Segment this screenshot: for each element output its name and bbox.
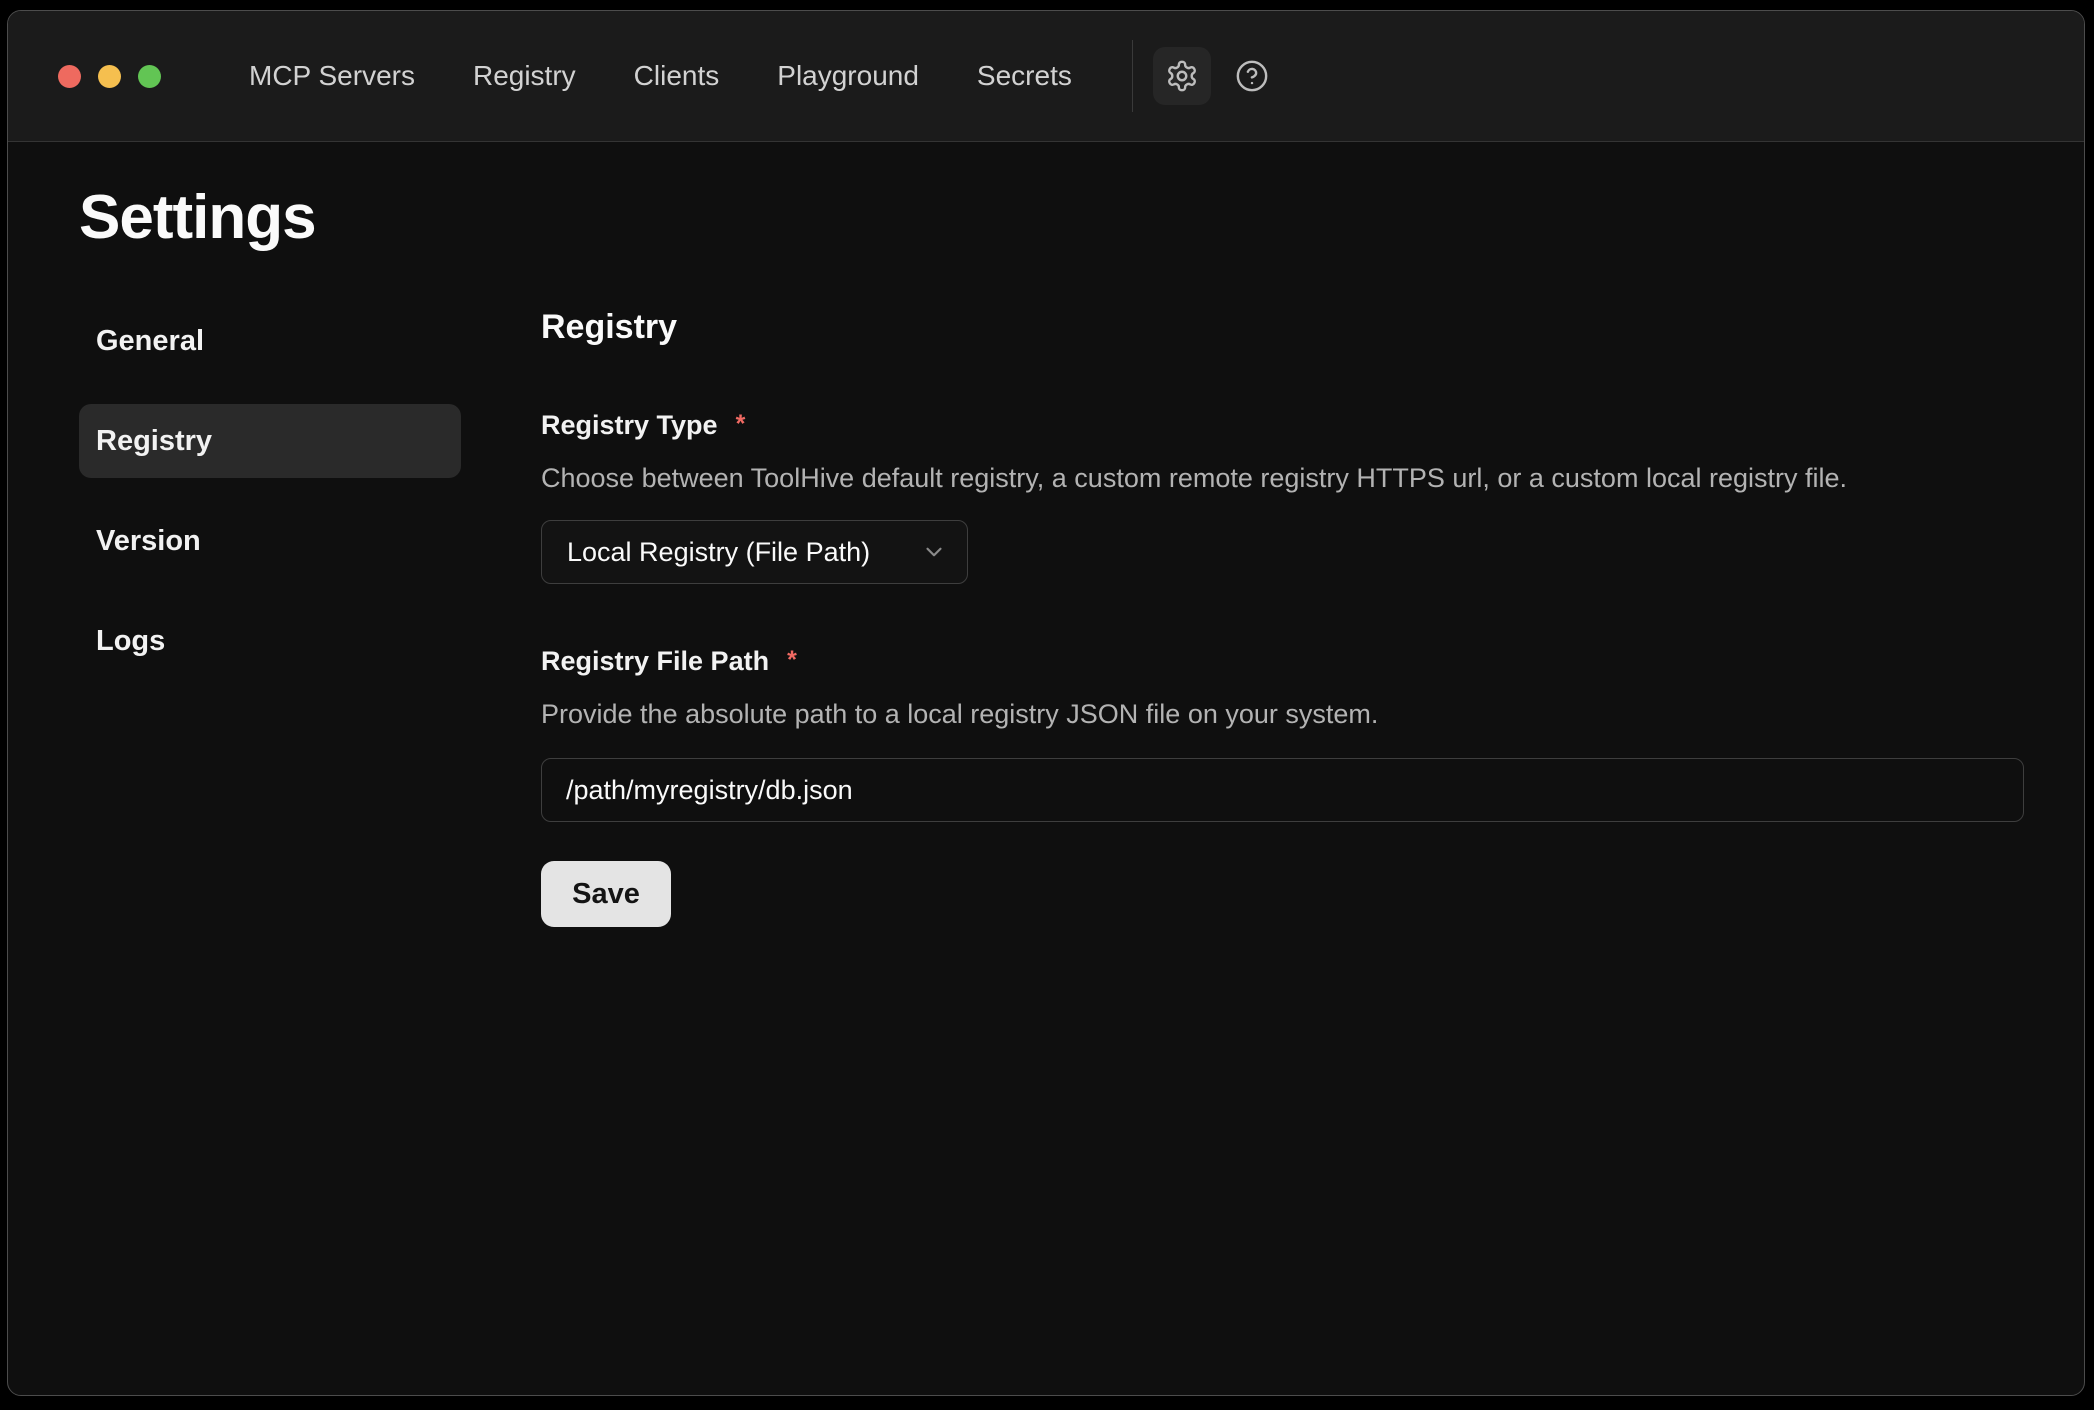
page-title: Settings	[79, 182, 2084, 254]
chevron-down-icon	[901, 539, 947, 565]
registry-file-path-input[interactable]	[541, 758, 2024, 822]
registry-type-label: Registry Type *	[541, 408, 2024, 443]
titlebar: MCP Servers Registry Clients Playground …	[8, 11, 2084, 142]
nav-item-playground[interactable]: Playground	[773, 52, 923, 100]
sidebar-item-registry[interactable]: Registry	[79, 404, 461, 478]
registry-settings-panel: Registry Registry Type * Choose between T…	[541, 304, 2084, 927]
registry-file-path-label-text: Registry File Path	[541, 646, 769, 676]
help-button[interactable]	[1223, 47, 1281, 105]
required-asterisk: *	[736, 410, 746, 438]
traffic-lights	[58, 65, 161, 88]
app-window: MCP Servers Registry Clients Playground …	[7, 10, 2085, 1396]
close-window-button[interactable]	[58, 65, 81, 88]
registry-type-select[interactable]: Local Registry (File Path)	[541, 520, 968, 584]
sidebar-item-logs[interactable]: Logs	[79, 604, 461, 678]
section-heading: Registry	[541, 306, 2024, 348]
registry-type-selected-value: Local Registry (File Path)	[567, 537, 870, 568]
maximize-window-button[interactable]	[138, 65, 161, 88]
nav-item-registry[interactable]: Registry	[469, 52, 580, 100]
registry-type-description: Choose between ToolHive default registry…	[541, 461, 2024, 495]
settings-sidebar: General Registry Version Logs	[79, 304, 461, 927]
sidebar-item-version[interactable]: Version	[79, 504, 461, 578]
registry-file-path-label: Registry File Path *	[541, 644, 2024, 679]
settings-button[interactable]	[1153, 47, 1211, 105]
required-asterisk: *	[787, 646, 797, 674]
help-circle-icon	[1235, 59, 1269, 93]
save-button[interactable]: Save	[541, 861, 671, 927]
sidebar-item-general[interactable]: General	[79, 304, 461, 378]
registry-type-label-text: Registry Type	[541, 410, 718, 440]
main-nav: MCP Servers Registry Clients Playground …	[245, 52, 1076, 100]
nav-item-secrets[interactable]: Secrets	[973, 52, 1076, 100]
minimize-window-button[interactable]	[98, 65, 121, 88]
gear-icon	[1165, 59, 1199, 93]
nav-item-clients[interactable]: Clients	[630, 52, 724, 100]
registry-file-path-description: Provide the absolute path to a local reg…	[541, 697, 2024, 731]
nav-divider	[1132, 40, 1133, 112]
nav-item-mcp-servers[interactable]: MCP Servers	[245, 52, 419, 100]
